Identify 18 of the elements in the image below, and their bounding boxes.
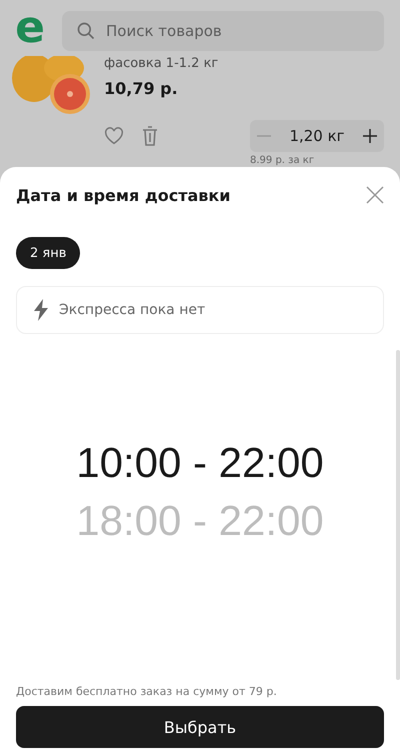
plus-icon[interactable]: [362, 128, 378, 144]
select-button[interactable]: Выбрать: [16, 706, 384, 748]
favorite-button[interactable]: [102, 125, 126, 147]
trash-icon[interactable]: [140, 124, 160, 148]
express-text: Экспресса пока нет: [59, 302, 206, 318]
search-icon: [76, 21, 96, 41]
quantity: 1,20 кг: [289, 127, 345, 145]
delivery-note: Доставим бесплатно заказ на сумму от 79 р.: [16, 685, 278, 698]
product-packaging: фасовка 1-1.2 кг: [104, 56, 218, 71]
date-chip[interactable]: 2 янв: [16, 237, 80, 269]
sheet-title: Дата и время доставки: [16, 186, 230, 204]
lightning-icon: [33, 299, 49, 321]
unit-price: 8.99 р. за кг: [250, 155, 316, 166]
search-field[interactable]: Поиск товаров: [62, 11, 384, 51]
close-icon[interactable]: [366, 186, 384, 204]
time-slot[interactable]: 10:00 - 22:00: [76, 434, 324, 492]
product-price: 10,79 р.: [104, 79, 179, 98]
minus-icon[interactable]: [256, 135, 272, 137]
